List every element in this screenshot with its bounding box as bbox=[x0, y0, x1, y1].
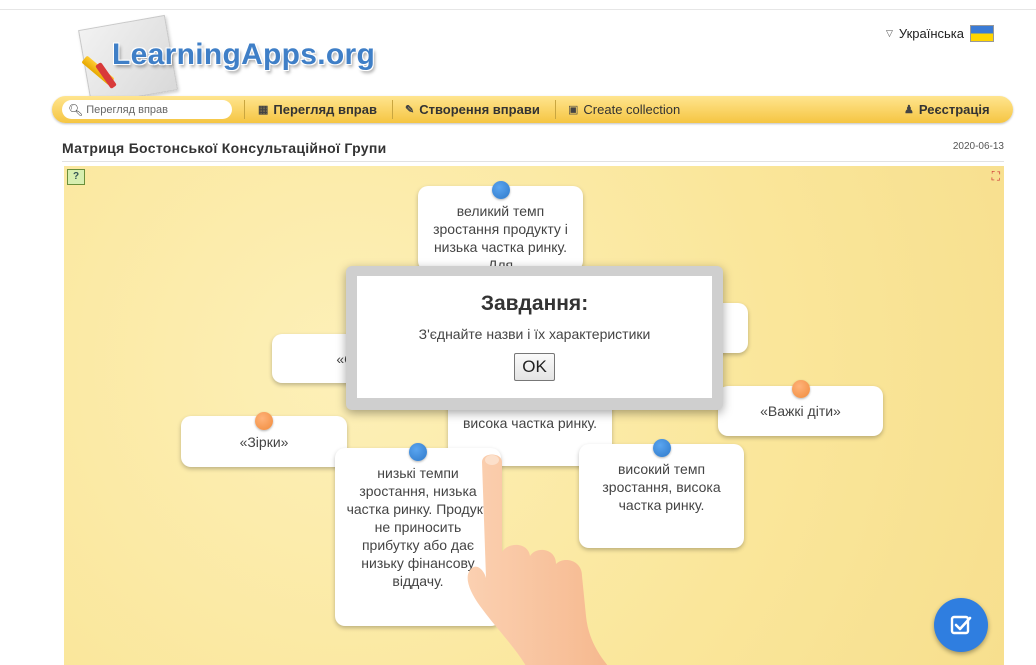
top-divider bbox=[0, 9, 1036, 10]
fullscreen-icon[interactable]: ⛶ bbox=[992, 170, 1000, 182]
dialog-title: Завдання: bbox=[480, 292, 589, 315]
checkbox-check-icon bbox=[950, 615, 972, 635]
search-icon: 🔍︎ bbox=[68, 102, 84, 117]
connector-dot[interactable] bbox=[409, 443, 427, 461]
search-box[interactable]: 🔍︎ Перегляд вправ bbox=[62, 100, 232, 119]
main-navbar: 🔍︎ Перегляд вправ ▦ Перегляд вправ ✎ Ств… bbox=[52, 96, 1013, 123]
grid-icon: ▦ bbox=[258, 104, 269, 116]
user-icon: ♟ bbox=[904, 104, 914, 116]
card-text: великий темп зростання продукту і низька… bbox=[433, 203, 568, 271]
ok-button[interactable]: OK bbox=[514, 353, 555, 381]
nav-create-app[interactable]: ✎ Створення вправи bbox=[405, 102, 540, 117]
nav-create-collection[interactable]: ▣ Create collection bbox=[568, 102, 680, 117]
page-date: 2020-06-13 bbox=[952, 141, 1004, 152]
check-answers-button[interactable] bbox=[934, 598, 988, 652]
card-text: високий темп зростання, висока частка ри… bbox=[602, 461, 721, 513]
card-label: «Зірки» bbox=[239, 433, 289, 450]
card-text: висока частка ринку. bbox=[462, 415, 598, 431]
language-label: Українська bbox=[898, 26, 965, 41]
search-input-placeholder[interactable]: Перегляд вправ bbox=[86, 104, 168, 116]
connector-dot[interactable] bbox=[255, 412, 273, 430]
title-divider bbox=[62, 161, 1004, 162]
connector-dot[interactable] bbox=[792, 380, 810, 398]
nav-browse-apps[interactable]: ▦ Перегляд вправ bbox=[258, 102, 377, 117]
app-area: ? ⛶ великий темп зростання продукту і ни… bbox=[64, 166, 1004, 665]
nav-separator bbox=[244, 100, 245, 119]
card-label: «Важкі діти» bbox=[760, 403, 841, 419]
task-dialog: Завдання: З'єднайте назви і їх характери… bbox=[346, 266, 723, 410]
pencil-icon: ✎ bbox=[405, 104, 415, 116]
task-dialog-body: Завдання: З'єднайте назви і їх характери… bbox=[357, 276, 712, 398]
dialog-text: З'єднайте назви і їх характеристики bbox=[418, 326, 651, 342]
nav-separator bbox=[555, 100, 556, 119]
nav-browse-label: Перегляд вправ bbox=[273, 102, 377, 117]
logo-text[interactable]: LearningApps.org bbox=[112, 38, 375, 72]
page-title: Матриця Бостонської Консультаційної Груп… bbox=[62, 140, 387, 156]
connector-dot[interactable] bbox=[492, 181, 510, 199]
collection-icon: ▣ bbox=[568, 104, 579, 116]
nav-separator bbox=[392, 100, 393, 119]
ukraine-flag-icon bbox=[970, 25, 995, 42]
tutorial-hand-icon bbox=[467, 454, 608, 665]
help-icon[interactable]: ? bbox=[67, 169, 85, 185]
dropdown-triangle-icon: ▽ bbox=[886, 28, 893, 38]
connector-dot[interactable] bbox=[653, 439, 671, 457]
language-selector[interactable]: ▽ Українська bbox=[886, 25, 995, 42]
nav-register-label: Реєстрація bbox=[918, 102, 990, 117]
nav-register[interactable]: ♟ Реєстрація bbox=[904, 102, 990, 117]
nav-collection-label: Create collection bbox=[583, 102, 681, 117]
nav-create-label: Створення вправи bbox=[419, 102, 540, 117]
